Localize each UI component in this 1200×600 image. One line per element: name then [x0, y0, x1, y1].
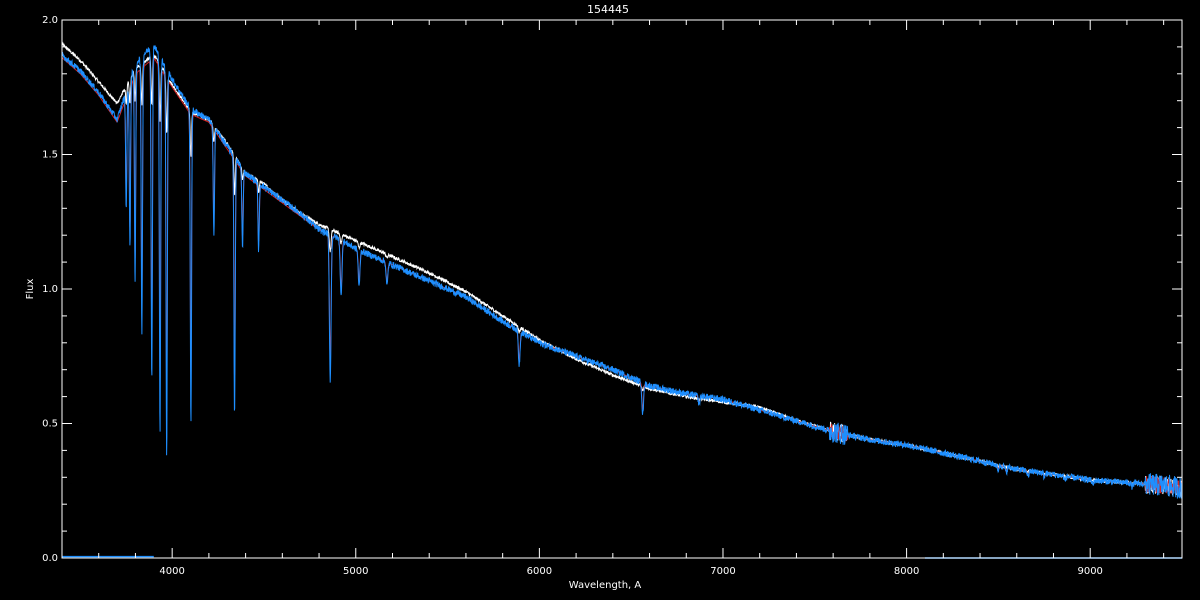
y-tick-label: 0.5	[42, 419, 58, 430]
x-tick-label: 5000	[343, 566, 368, 577]
x-tick-label: 7000	[710, 566, 735, 577]
chart-title: 154445	[587, 3, 629, 16]
spectrum-chart: 4000 5000 6000 7000 8000 90000.00.51.01.52.0 …	[0, 0, 1200, 600]
y-axis-label: Flux	[25, 279, 36, 300]
x-axis-label: Wavelength, A	[569, 580, 642, 591]
y-tick-label: 0.0	[42, 553, 58, 564]
x-tick-label: 4000	[159, 566, 184, 577]
y-tick-label: 1.5	[42, 150, 58, 161]
y-tick-label: 1.0	[42, 284, 58, 295]
y-tick-label: 2.0	[42, 15, 58, 26]
chart-background	[0, 0, 1200, 600]
x-tick-label: 8000	[894, 566, 919, 577]
x-tick-label: 9000	[1077, 566, 1102, 577]
x-tick-label: 6000	[527, 566, 552, 577]
